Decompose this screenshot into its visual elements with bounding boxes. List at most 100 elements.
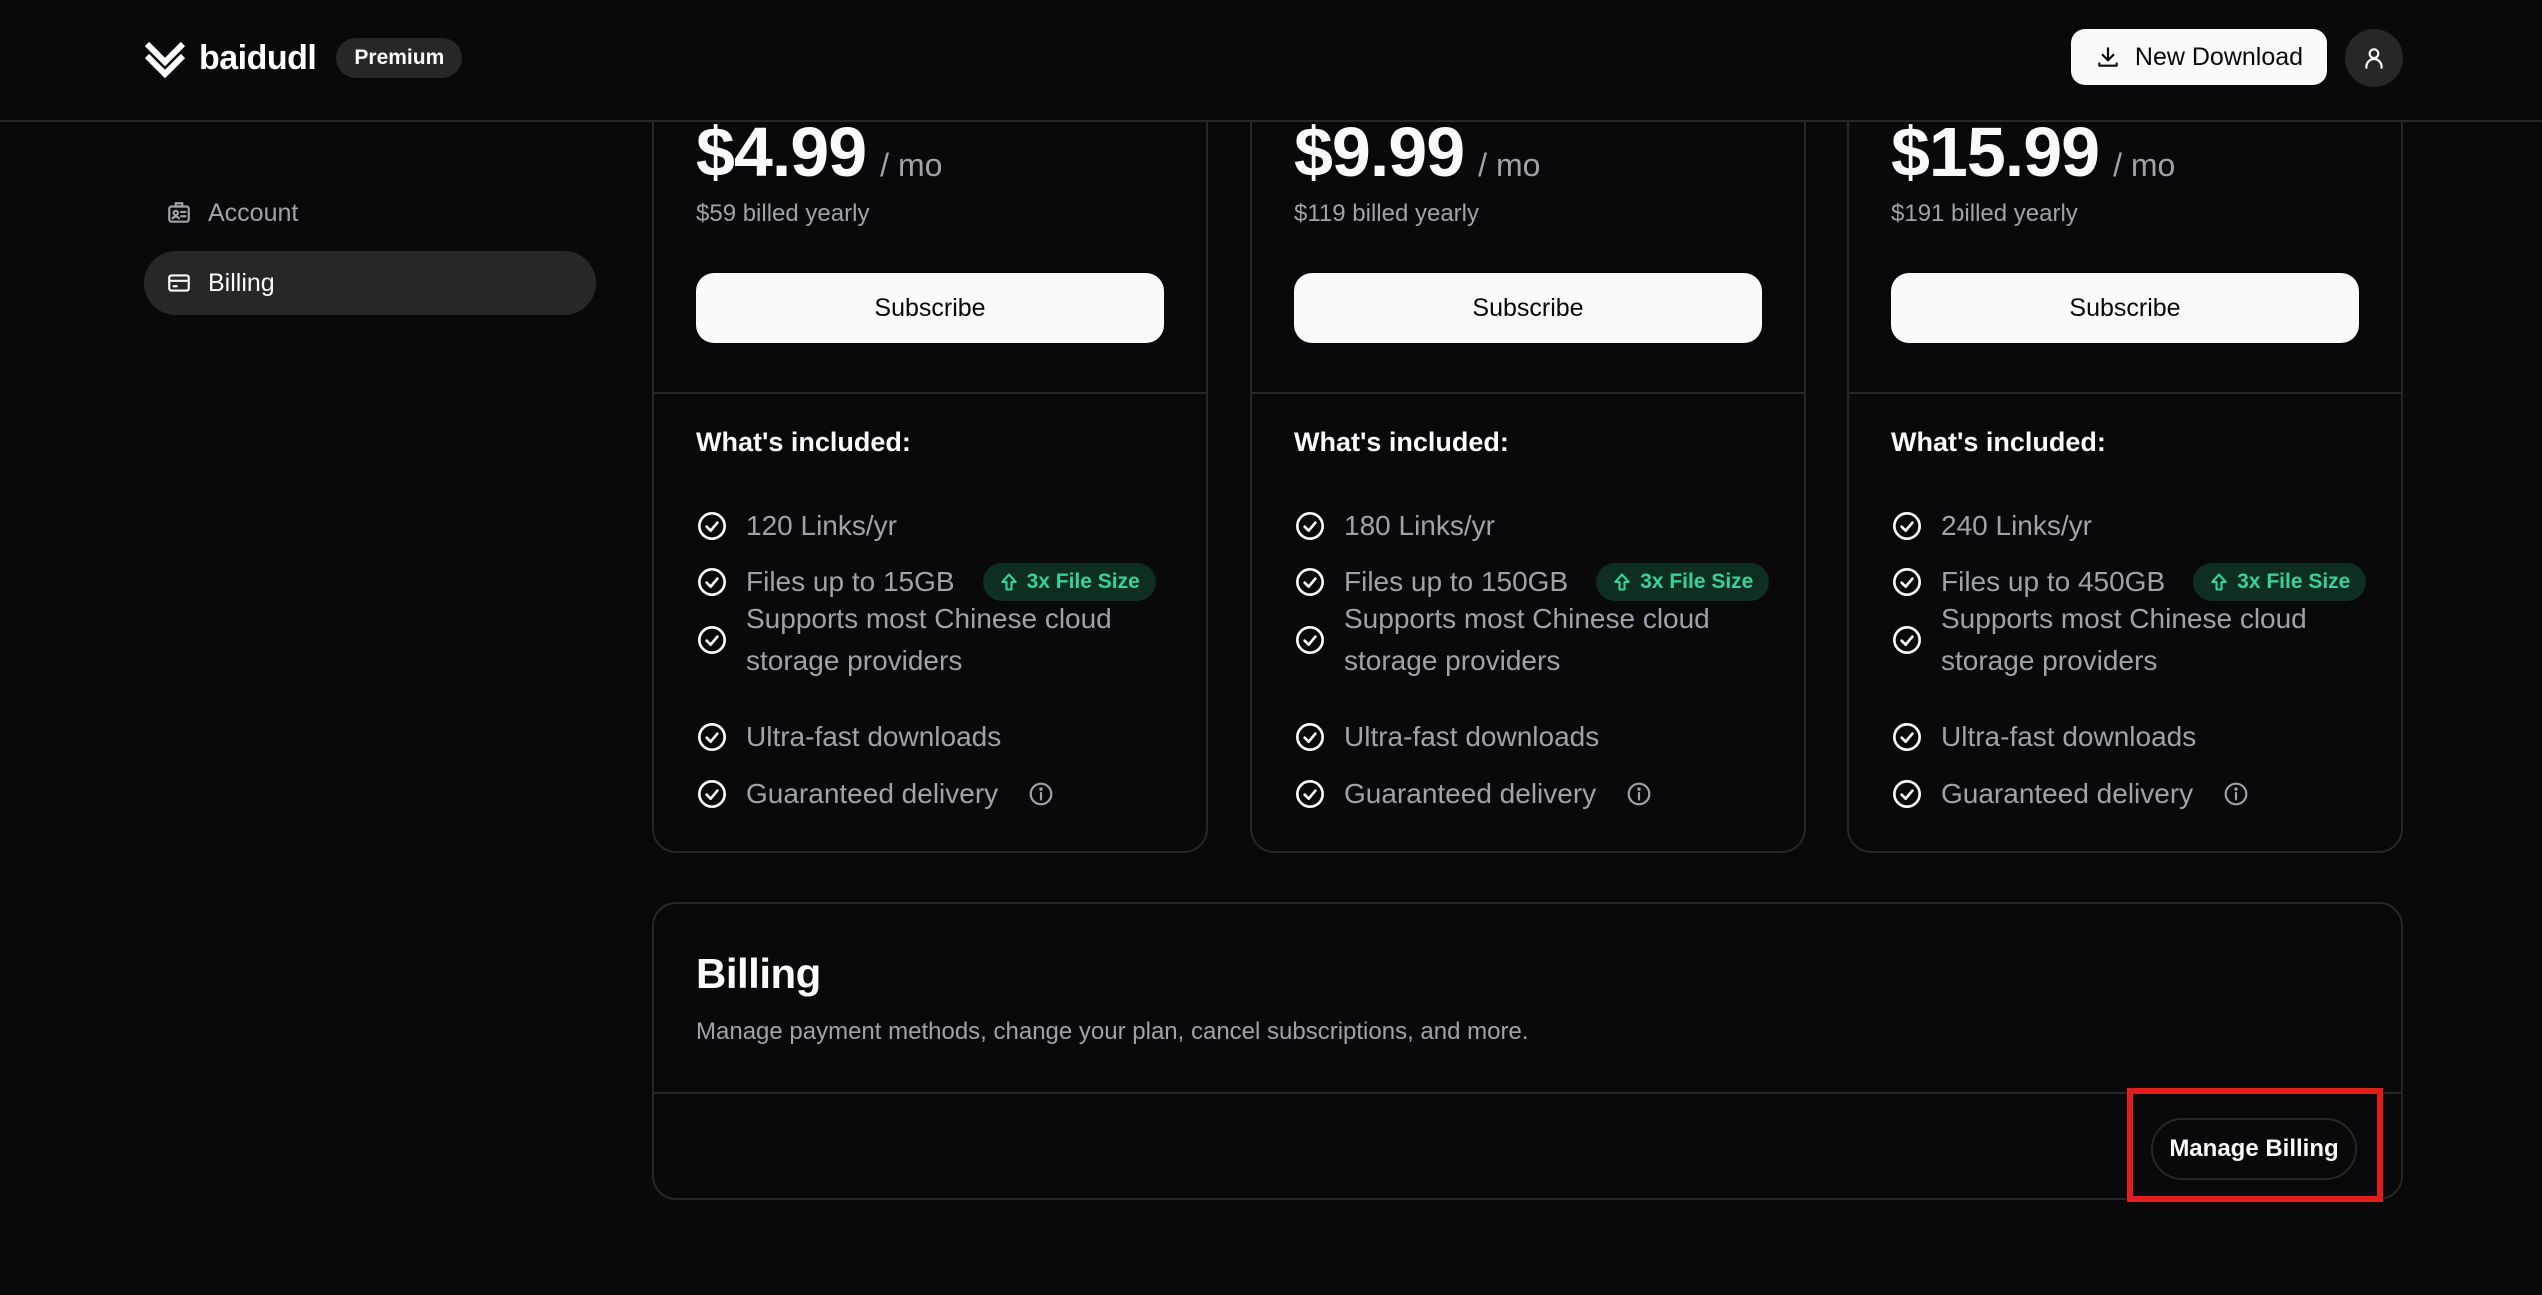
feature-item: 240 Links/yr	[1891, 505, 2092, 547]
check-circle-icon	[1893, 568, 1921, 596]
feature-text: Guaranteed delivery	[746, 778, 999, 809]
check-circle-icon	[1296, 626, 1324, 654]
info-icon[interactable]	[1028, 781, 1054, 807]
baidudl-logo-icon	[144, 41, 186, 79]
feature-item: 120 Links/yr	[696, 505, 897, 547]
check-circle-icon	[1893, 780, 1921, 808]
badge-text: 3x File Size	[1640, 570, 1754, 593]
feature-item: Files up to 150GB 3x File Size	[1294, 561, 1770, 603]
arrow-up-icon	[1000, 573, 1017, 591]
feature-text: Guaranteed delivery	[1344, 778, 1597, 809]
feature-text: 240 Links/yr	[1941, 510, 2092, 541]
feature-text: Guaranteed delivery	[1941, 778, 2194, 809]
billing-divider	[654, 1092, 2401, 1094]
feature-item: Guaranteed delivery	[1294, 773, 1652, 815]
arrow-up-icon	[1614, 573, 1630, 591]
card-divider	[1252, 392, 1804, 394]
check-circle-icon	[1296, 512, 1324, 540]
subscribe-button[interactable]: Subscribe	[1891, 273, 2359, 343]
price-row: $4.99 / mo	[696, 112, 942, 192]
feature-text: Files up to 450GB	[1941, 566, 2166, 597]
billed-yearly: $59 billed yearly	[696, 200, 870, 227]
feature-item: Ultra-fast downloads	[696, 716, 1001, 758]
price-row: $9.99 / mo	[1294, 112, 1540, 192]
feature-text: Files up to 15GB	[746, 566, 955, 597]
feature-item: Files up to 450GB 3x File Size	[1891, 561, 2367, 603]
sidebar-item-billing[interactable]: Billing	[144, 251, 596, 315]
badge-text: 3x File Size	[2237, 570, 2351, 593]
feature-text: Supports most Chinese cloud storage prov…	[1344, 603, 1710, 676]
feature-item: Supports most Chinese cloud storage prov…	[696, 598, 1176, 682]
arrow-up-icon	[2211, 573, 2227, 591]
feature-item: Guaranteed delivery	[696, 773, 1054, 815]
check-circle-icon	[698, 780, 726, 808]
check-circle-icon	[698, 512, 726, 540]
plan-card: $15.99 / mo $191 billed yearly Subscribe…	[1847, 40, 2403, 853]
brand-name: baidudl	[199, 38, 317, 77]
file-size-badge: 3x File Size	[982, 563, 1156, 601]
card-divider	[1849, 392, 2401, 394]
subscribe-button[interactable]: Subscribe	[1294, 273, 1762, 343]
account-card-icon	[168, 202, 190, 223]
sidebar-item-account[interactable]: Account	[144, 181, 596, 245]
badge-text: 3x File Size	[1026, 570, 1140, 593]
billed-yearly: $119 billed yearly	[1294, 200, 1480, 227]
plan-price: $15.99	[1891, 113, 2100, 191]
feature-text: Supports most Chinese cloud storage prov…	[746, 603, 1112, 676]
feature-text: Supports most Chinese cloud storage prov…	[1941, 603, 2307, 676]
feature-text: 120 Links/yr	[746, 510, 897, 541]
plan-period: / mo	[880, 147, 943, 183]
download-icon	[2098, 47, 2118, 67]
plan-period: / mo	[2113, 147, 2176, 183]
feature-item: Guaranteed delivery	[1891, 773, 2249, 815]
new-download-label: New Download	[2134, 42, 2304, 71]
plan-period: / mo	[1478, 147, 1541, 183]
check-circle-icon	[698, 626, 726, 654]
sidebar-item-label: Account	[208, 198, 299, 227]
plan-card: $9.99 / mo $119 billed yearly Subscribe …	[1250, 40, 1806, 853]
plan-card: $4.99 / mo $59 billed yearly Subscribe W…	[652, 40, 1208, 853]
billing-card: Billing Manage payment methods, change y…	[652, 902, 2403, 1200]
user-menu-button[interactable]	[2345, 29, 2403, 87]
feature-item: Ultra-fast downloads	[1891, 716, 2196, 758]
billed-yearly: $191 billed yearly	[1891, 200, 2078, 227]
check-circle-icon	[698, 568, 726, 596]
feature-text: Files up to 150GB	[1344, 566, 1569, 597]
included-title: What's included:	[1891, 427, 2106, 457]
file-size-badge: 3x File Size	[2193, 563, 2367, 601]
billing-description: Manage payment methods, change your plan…	[696, 1018, 1529, 1045]
credit-card-icon	[168, 274, 190, 292]
check-circle-icon	[1296, 780, 1324, 808]
sidebar-item-label: Billing	[208, 268, 275, 297]
feature-item: Files up to 15GB 3x File Size	[696, 561, 1156, 603]
feature-item: Supports most Chinese cloud storage prov…	[1294, 598, 1774, 682]
feature-text: Ultra-fast downloads	[1344, 721, 1600, 752]
check-circle-icon	[1296, 723, 1324, 751]
check-circle-icon	[698, 723, 726, 751]
info-icon[interactable]	[2223, 781, 2249, 807]
brand-logo[interactable]: baidudl Premium	[143, 34, 463, 82]
check-circle-icon	[1893, 723, 1921, 751]
included-title: What's included:	[1294, 427, 1509, 457]
premium-badge: Premium	[336, 38, 463, 78]
feature-text: Ultra-fast downloads	[1941, 721, 2197, 752]
file-size-badge: 3x File Size	[1596, 563, 1770, 601]
check-circle-icon	[1893, 512, 1921, 540]
subscribe-button[interactable]: Subscribe	[696, 273, 1164, 343]
card-divider	[654, 392, 1206, 394]
feature-item: Ultra-fast downloads	[1294, 716, 1599, 758]
feature-item: 180 Links/yr	[1294, 505, 1495, 547]
feature-text: 180 Links/yr	[1344, 510, 1495, 541]
price-row: $15.99 / mo	[1891, 112, 2175, 192]
included-title: What's included:	[696, 427, 911, 457]
plan-price: $4.99	[696, 113, 867, 191]
plan-price: $9.99	[1294, 113, 1465, 191]
info-icon[interactable]	[1626, 781, 1652, 807]
billing-title: Billing	[696, 950, 821, 997]
new-download-button[interactable]: New Download	[2071, 29, 2327, 85]
manage-billing-button[interactable]: Manage Billing	[2151, 1118, 2357, 1180]
user-icon	[2365, 48, 2383, 69]
feature-item: Supports most Chinese cloud storage prov…	[1891, 598, 2371, 682]
check-circle-icon	[1296, 568, 1324, 596]
check-circle-icon	[1893, 626, 1921, 654]
